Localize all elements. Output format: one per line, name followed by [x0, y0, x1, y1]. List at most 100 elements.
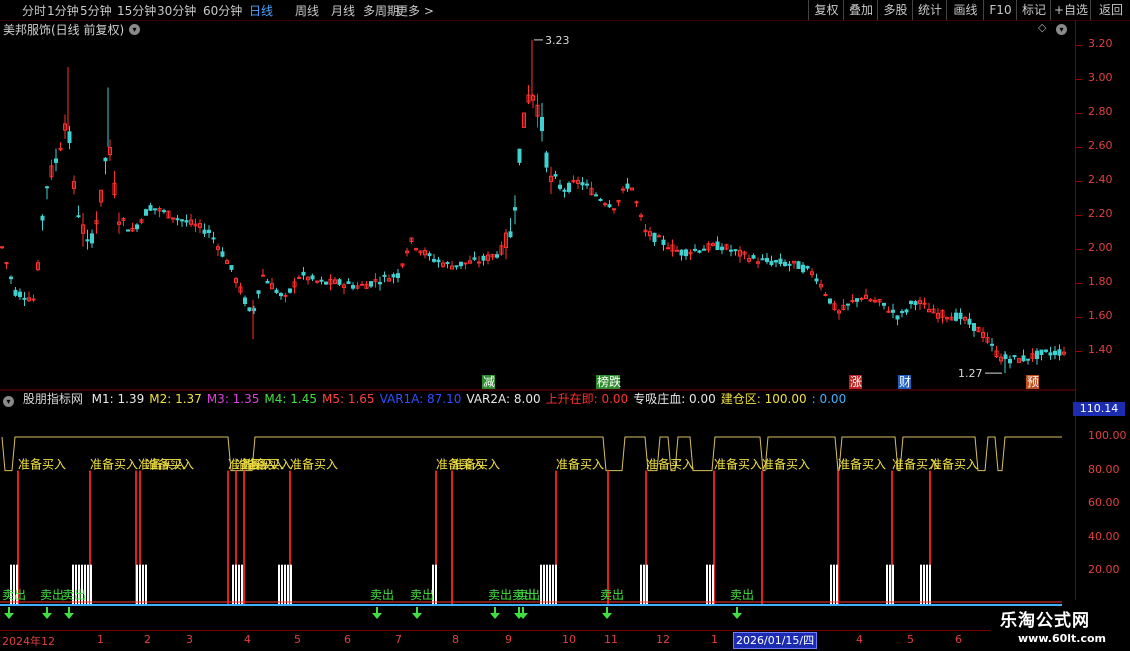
- price-tick: [1076, 283, 1082, 284]
- volume-bar: [278, 564, 280, 605]
- candle-body: [256, 290, 261, 294]
- toolbar-button[interactable]: F10: [983, 0, 1017, 20]
- volume-bar: [712, 564, 714, 605]
- candle-body: [153, 208, 157, 211]
- candle-body: [175, 218, 180, 221]
- buy-signal-label: 准备买入: [90, 458, 138, 472]
- candle-body: [796, 261, 801, 269]
- price-chart[interactable]: 3.231.27减 榜跌涨财预准备买入 准备买入 准备买入准备买入 准备买入准备买入准备…: [0, 20, 1130, 630]
- candle-body: [967, 318, 972, 325]
- price-tick: [1076, 249, 1082, 250]
- candle-body: [1039, 349, 1044, 356]
- candle-body: [1012, 355, 1017, 358]
- time-tick: 3: [186, 633, 193, 646]
- period-tab[interactable]: 60分钟: [203, 2, 242, 19]
- toolbar-button[interactable]: 画线: [946, 0, 984, 20]
- candle-body: [783, 261, 787, 267]
- sell-signal-label: 卖出: [488, 588, 512, 602]
- buy-signal-label: 准备买入: [838, 458, 886, 472]
- toolbar-button[interactable]: 返回: [1090, 0, 1130, 20]
- candle-body: [1021, 355, 1026, 362]
- candle-body: [319, 279, 324, 282]
- down-arrow-icon: [490, 607, 500, 619]
- event-marker: 榜跌: [597, 374, 621, 389]
- volume-bar: [284, 564, 286, 605]
- watermark-url: www.60lt.com: [1018, 632, 1107, 645]
- period-tab[interactable]: 多周期: [363, 2, 399, 19]
- candle-body: [103, 157, 108, 162]
- chevron-down-icon[interactable]: ▾: [3, 396, 14, 407]
- candle-body: [481, 255, 486, 261]
- candle-body: [9, 276, 13, 280]
- time-axis: 2024年12 1 2 3 4 5 6 7 8 9 10 11 12 1 4 5 6 2026/01/15/四: [0, 630, 990, 651]
- event-marker: 涨: [850, 374, 862, 389]
- toolbar-button[interactable]: +自选: [1050, 0, 1091, 20]
- period-tab[interactable]: 更多 >: [396, 2, 434, 19]
- price-label: 2.80: [1088, 105, 1113, 118]
- price-label: 1.60: [1088, 309, 1113, 322]
- toolbar-button[interactable]: 统计: [912, 0, 947, 20]
- period-tab[interactable]: 月线: [331, 2, 355, 19]
- candle-body: [351, 285, 355, 289]
- time-tick: 9: [505, 633, 512, 646]
- candle-body: [1053, 350, 1057, 356]
- candle-body: [472, 257, 477, 260]
- indicator-axis-label: 40.00: [1088, 529, 1120, 543]
- toolbar-button[interactable]: 多股: [877, 0, 913, 20]
- price-tick: [1076, 181, 1082, 182]
- candle-body: [634, 201, 639, 204]
- candle-body: [229, 265, 234, 270]
- time-tick: 1: [97, 633, 104, 646]
- period-tab[interactable]: 5分钟: [80, 2, 112, 19]
- volume-bar: [640, 564, 642, 605]
- candle-body: [900, 311, 904, 314]
- period-tab[interactable]: 30分钟: [157, 2, 196, 19]
- volume-bar: [543, 564, 545, 605]
- indicator-field: VAR2A: 8.00: [466, 392, 541, 406]
- time-tick: 7: [395, 633, 402, 646]
- toolbar-button[interactable]: 复权: [808, 0, 844, 20]
- sell-signal-label: 卖出: [410, 588, 434, 602]
- time-tick: 12: [656, 633, 670, 646]
- buy-signal-label: 准备买入: [762, 458, 810, 472]
- candle-body: [697, 250, 702, 253]
- toolbar-button[interactable]: 叠加: [843, 0, 878, 20]
- volume-bar: [555, 564, 557, 605]
- candle-body: [274, 289, 279, 293]
- candle-body: [922, 302, 927, 305]
- period-tab[interactable]: 15分钟: [117, 2, 156, 19]
- volume-bar: [238, 564, 240, 605]
- candle-body: [612, 208, 616, 211]
- candle-body: [396, 273, 400, 279]
- candle-body: [261, 274, 265, 277]
- sell-signal-label: 卖出: [40, 588, 64, 602]
- candle-body: [477, 261, 481, 264]
- period-tab[interactable]: 日线: [249, 2, 273, 19]
- candle-body: [40, 215, 45, 221]
- candle-body: [454, 265, 459, 268]
- volume-bar: [923, 564, 925, 605]
- candle-body: [13, 289, 18, 296]
- indicator-axis-label: 80.00: [1088, 462, 1120, 476]
- candle-body: [828, 298, 832, 304]
- period-tab[interactable]: 分时: [22, 2, 46, 19]
- down-arrow-icon: [602, 607, 612, 619]
- candle-body: [585, 183, 589, 186]
- period-tab[interactable]: 1分钟: [47, 2, 79, 19]
- price-tick: [1076, 147, 1082, 148]
- candle-body: [459, 261, 463, 267]
- candle-body: [684, 249, 688, 257]
- period-tab[interactable]: 周线: [295, 2, 319, 19]
- buy-signal-label: 准备买入: [244, 458, 292, 472]
- candle-body: [558, 184, 562, 189]
- down-arrow-icon: [412, 607, 422, 619]
- volume-bar: [706, 564, 708, 605]
- time-tick: 11: [604, 633, 618, 646]
- sell-signal-label: 卖出: [62, 588, 86, 602]
- candle-body: [301, 271, 306, 276]
- toolbar-button[interactable]: 标记: [1016, 0, 1051, 20]
- candle-body: [184, 220, 189, 223]
- candle-body: [990, 343, 994, 346]
- candle-body: [1026, 358, 1030, 361]
- candle-body: [679, 249, 684, 256]
